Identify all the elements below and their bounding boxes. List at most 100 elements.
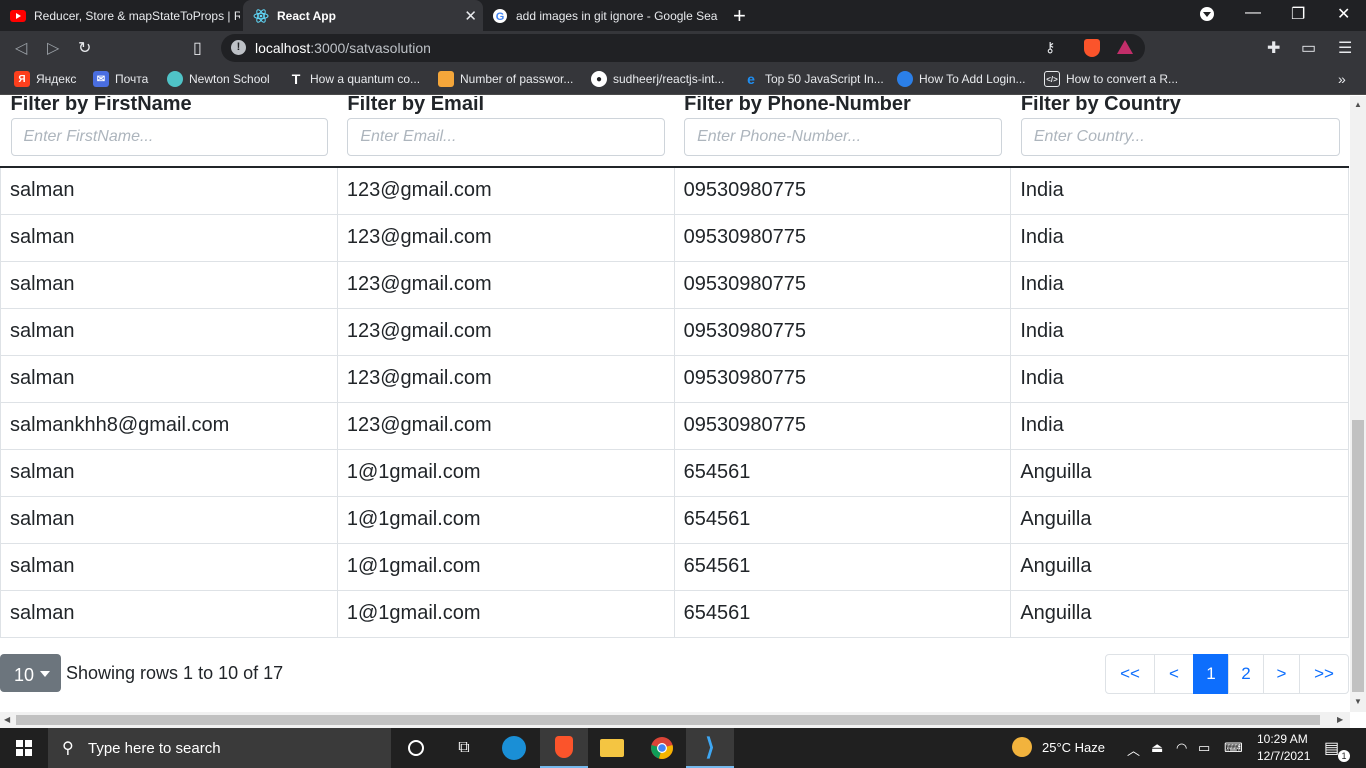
prev-page-button[interactable]: < — [1154, 654, 1194, 694]
show-hidden-icons-chevron-up-icon[interactable]: ︿ — [1127, 740, 1140, 759]
rows-summary: Showing rows 1 to 10 of 17 — [66, 663, 284, 683]
vertical-scroll-thumb[interactable] — [1352, 420, 1364, 692]
cortana-icon[interactable] — [392, 728, 440, 768]
page-1-button[interactable]: 1 — [1193, 654, 1229, 694]
cell-phone: 654561 — [673, 590, 1012, 638]
cell-email: 123@gmail.com — [336, 214, 675, 262]
brave-shields-icon[interactable] — [1084, 39, 1100, 57]
notifications-icon[interactable]: ▤ — [1324, 738, 1339, 758]
restore-icon[interactable]: ❐ — [1291, 4, 1305, 24]
header-country: Filter by Country — [1010, 96, 1349, 168]
address-bar[interactable]: ! localhost:3000/satvasolution ⚷ — [221, 34, 1145, 62]
notifications-count: 1 — [1338, 750, 1350, 762]
clock-time[interactable]: 10:29 AM — [1257, 732, 1308, 746]
google-icon: G — [492, 8, 508, 24]
usb-icon[interactable]: ⏏ — [1151, 740, 1163, 756]
brave-browser-icon[interactable] — [540, 728, 588, 768]
minimize-icon[interactable]: — — [1245, 4, 1261, 22]
search-placeholder: Type here to search — [88, 740, 221, 757]
scroll-left-arrow-icon[interactable]: ◀ — [4, 715, 10, 724]
svg-text:G: G — [496, 11, 505, 23]
cell-phone: 09530980775 — [673, 261, 1012, 309]
tab-search-icon[interactable] — [1199, 6, 1215, 27]
tab-title: add images in git ignore - Google Sea — [516, 8, 718, 23]
header-label: Filter by FirstName — [10, 96, 192, 115]
cell-firstname: salman — [0, 167, 338, 215]
table-row: salmankhh8@gmail.com 123@gmail.com 0953098… — [0, 402, 1349, 450]
tab-title: Reducer, Store & mapStateToProps | R — [34, 8, 240, 23]
next-page-button[interactable]: > — [1263, 654, 1300, 694]
more-bookmarks-icon[interactable]: » — [1338, 71, 1346, 87]
window-close-icon[interactable]: ✕ — [1337, 4, 1350, 24]
page-2-button[interactable]: 2 — [1228, 654, 1264, 694]
scroll-up-arrow-icon[interactable]: ▲ — [1354, 100, 1362, 109]
close-tab-icon[interactable]: ✕ — [464, 7, 477, 25]
edureka-icon: e — [747, 71, 755, 87]
task-view-icon[interactable]: ⧉ — [440, 728, 488, 768]
cell-phone: 654561 — [673, 449, 1012, 497]
bookmark-convert[interactable]: </> How to convert a R... — [1044, 71, 1178, 87]
bookmark-pochta[interactable]: ✉ Почта — [93, 71, 148, 87]
last-page-button[interactable]: >> — [1299, 654, 1349, 694]
tab-youtube[interactable]: Reducer, Store & mapStateToProps | R — [0, 0, 240, 31]
chrome-icon[interactable] — [638, 728, 686, 768]
scroll-down-arrow-icon[interactable]: ▼ — [1354, 697, 1362, 706]
table-row: salman 123@gmail.com 09530980775 India — [0, 308, 1349, 356]
vscode-icon[interactable]: ⟩ — [686, 728, 734, 768]
new-tab-plus-icon[interactable]: + — [733, 3, 746, 29]
cell-email: 123@gmail.com — [336, 167, 675, 215]
header-label: Filter by Phone-Number — [684, 96, 911, 115]
newton-school-icon — [167, 71, 183, 87]
yandex-icon: Я — [14, 71, 30, 87]
bookmark-page-icon[interactable]: ▯ — [193, 38, 202, 58]
forward-arrow-icon[interactable]: ▷ — [47, 38, 59, 58]
tab-react-app[interactable]: React App ✕ — [243, 0, 483, 31]
search-icon: ⚲ — [62, 740, 74, 757]
email-filter-input[interactable] — [347, 118, 666, 156]
file-explorer-icon[interactable] — [588, 728, 636, 768]
scroll-right-arrow-icon[interactable]: ▶ — [1337, 715, 1343, 724]
country-filter-input[interactable] — [1020, 118, 1340, 156]
key-icon[interactable]: ⚷ — [1045, 39, 1055, 56]
users-table: Filter by FirstName Filter by Email Filt… — [0, 96, 1349, 638]
wallet-icon[interactable]: ▭ — [1301, 38, 1316, 58]
back-arrow-icon[interactable]: ◁ — [15, 38, 27, 58]
cell-country: India — [1010, 214, 1349, 262]
bookmark-top-50-js[interactable]: e Top 50 JavaScript In... — [743, 71, 884, 87]
cell-firstname: salman — [0, 449, 338, 497]
windows-start-icon[interactable] — [0, 728, 48, 768]
tab-google-search[interactable]: G add images in git ignore - Google Sea — [482, 0, 718, 31]
caret-down-icon — [40, 671, 50, 677]
firstname-filter-input[interactable] — [10, 118, 329, 156]
cell-phone: 654561 — [673, 496, 1012, 544]
page-size-dropdown[interactable]: 10 — [0, 654, 61, 692]
bookmark-github[interactable]: ● sudheerj/reactjs-int... — [591, 71, 724, 87]
brave-rewards-icon[interactable] — [1117, 40, 1133, 54]
edge-icon[interactable] — [490, 728, 538, 768]
mail-icon: ✉ — [93, 71, 109, 87]
weather-icon[interactable] — [1012, 737, 1032, 757]
bookmark-add-login[interactable]: How To Add Login... — [897, 71, 1026, 87]
phone-filter-input[interactable] — [684, 118, 1002, 156]
horizontal-scrollbar[interactable]: ◀ ▶ — [0, 712, 1350, 728]
bookmark-yandex[interactable]: Я Яндекс — [14, 71, 76, 87]
bookmark-passwords[interactable]: Number of passwor... — [438, 71, 573, 87]
bookmark-quantum[interactable]: T How a quantum co... — [288, 71, 420, 87]
taskbar-search-box[interactable]: ⚲ Type here to search — [48, 728, 391, 768]
clock-date[interactable]: 12/7/2021 — [1257, 749, 1310, 763]
table-row: salman 1@1gmail.com 654561 Anguilla — [0, 543, 1349, 591]
vertical-scrollbar[interactable]: ▲ ▼ — [1350, 96, 1366, 712]
extensions-icon[interactable]: ✚ — [1267, 38, 1280, 58]
first-page-button[interactable]: << — [1105, 654, 1155, 694]
keyboard-icon[interactable]: ⌨ — [1224, 740, 1243, 756]
wifi-icon[interactable]: ◠ — [1176, 740, 1187, 756]
tab-title: React App — [277, 8, 336, 23]
bookmark-newton-school[interactable]: Newton School — [167, 71, 270, 87]
cell-country: India — [1010, 355, 1349, 403]
weather-text[interactable]: 25°C Haze — [1042, 740, 1105, 755]
horizontal-scroll-thumb[interactable] — [16, 715, 1320, 725]
reload-icon[interactable]: ↻ — [78, 38, 91, 58]
menu-icon[interactable]: ☰ — [1338, 38, 1352, 58]
site-info-icon[interactable]: ! — [231, 40, 246, 55]
battery-icon[interactable]: ▭ — [1198, 740, 1210, 756]
